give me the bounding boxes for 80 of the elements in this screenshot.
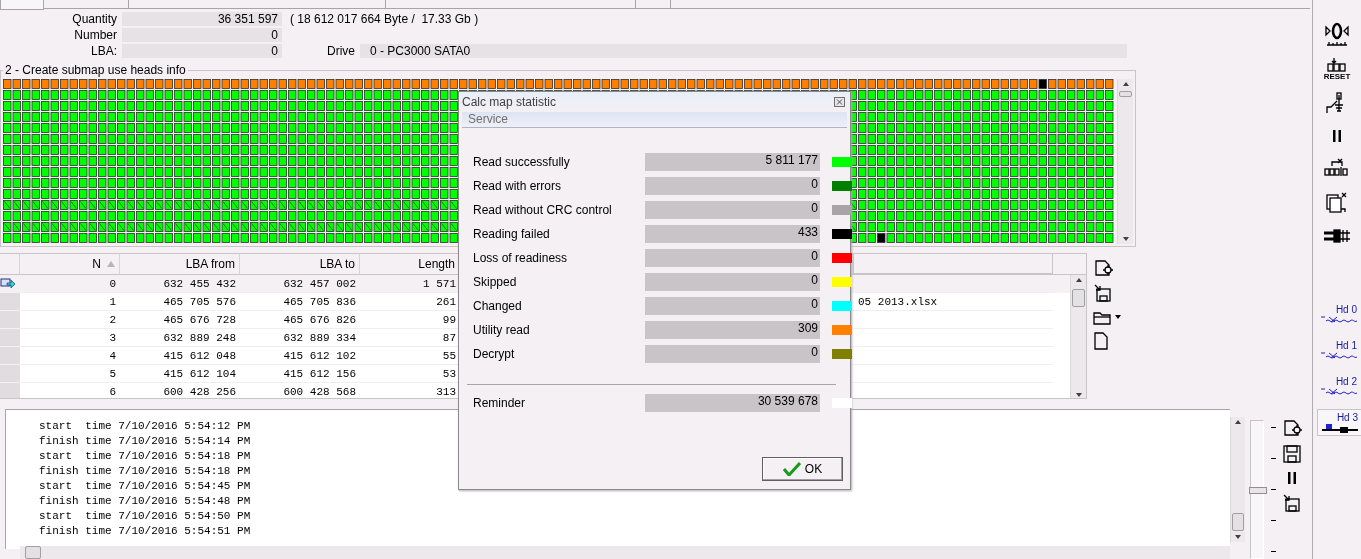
log-line: finish time 7/10/2016 5:54:18 PM xyxy=(39,464,251,479)
floppy-icon[interactable] xyxy=(1283,445,1301,463)
table-cell: 6 xyxy=(20,383,120,398)
log-line: finish time 7/10/2016 5:54:51 PM xyxy=(39,524,251,539)
field-label: Drive xyxy=(326,44,355,58)
column-header[interactable]: LBA from xyxy=(120,254,240,274)
pages-icon[interactable] xyxy=(1325,191,1349,215)
log-line: start time 7/10/2016 5:54:50 PM xyxy=(39,509,251,524)
scrollbar[interactable] xyxy=(1070,275,1086,398)
document-icon[interactable] xyxy=(1093,331,1109,351)
stat-value: 309 xyxy=(645,321,820,339)
stat-value: 5 811 177 xyxy=(645,153,820,171)
stat-label: Utility read xyxy=(473,323,531,337)
size-note: ( 18 612 017 664 Byte / 17.33 Gb ) xyxy=(289,12,480,26)
stat-value: 0 xyxy=(645,273,820,291)
group-title: 2 - Create submap use heads info xyxy=(4,63,187,77)
stat-value: 30 539 678 xyxy=(645,394,820,412)
stat-value: 0 xyxy=(645,249,820,267)
column-header[interactable]: N xyxy=(20,254,120,274)
scrollbar[interactable] xyxy=(1117,79,1133,244)
floppy-arrow-icon[interactable] xyxy=(1282,493,1302,513)
scrollbar[interactable] xyxy=(20,546,1230,559)
document-gear-icon[interactable] xyxy=(1093,257,1113,277)
close-icon[interactable] xyxy=(834,97,845,107)
value-field: 0 xyxy=(122,28,282,42)
wave-icon xyxy=(1321,315,1357,324)
head-button[interactable]: Hd 1 xyxy=(1317,337,1361,363)
window-title: Calc map statistic xyxy=(462,95,557,109)
stat-label: Decrypt xyxy=(473,347,516,361)
stat-label: Read with errors xyxy=(473,179,563,193)
stat-value: 0 xyxy=(645,201,820,219)
stat-value: 0 xyxy=(645,297,820,315)
stat-label: Reading failed xyxy=(473,227,551,241)
log-line: start time 7/10/2016 5:54:12 PM xyxy=(39,419,251,434)
pause-icon[interactable] xyxy=(1331,129,1343,143)
wave-icon xyxy=(1321,351,1357,360)
document-gear-icon[interactable] xyxy=(1282,417,1302,437)
log-line: start time 7/10/2016 5:54:45 PM xyxy=(39,479,251,494)
stat-label: Skipped xyxy=(473,275,518,289)
folder-icon[interactable] xyxy=(1093,309,1111,325)
reset-button[interactable]: RESET xyxy=(1323,58,1351,81)
scrollbar[interactable] xyxy=(1230,417,1245,542)
floppy-arrow-icon[interactable] xyxy=(1093,283,1113,303)
table-cell: 600 428 568 xyxy=(240,383,360,398)
stat-value: 433 xyxy=(645,225,820,243)
stat-label: Read without CRC control xyxy=(473,203,613,217)
stat-label: Reminder xyxy=(473,396,527,410)
ok-button[interactable]: OK xyxy=(762,457,843,481)
sort-arrow-icon xyxy=(107,261,115,267)
stat-label: Read successfully xyxy=(473,155,571,169)
log-line: finish time 7/10/2016 5:54:48 PM xyxy=(39,494,251,509)
head-button[interactable]: Hd 3 xyxy=(1317,409,1361,436)
log-line: start time 7/10/2016 5:54:18 PM xyxy=(39,449,251,464)
shift-register-icon[interactable] xyxy=(1324,157,1350,177)
wave-icon xyxy=(1321,387,1357,396)
stat-label: Loss of readiness xyxy=(473,251,569,265)
stat-label: Changed xyxy=(473,299,523,313)
stat-value: 0 xyxy=(645,177,820,195)
column-header[interactable]: LBA to xyxy=(240,254,360,274)
value-field: 0 xyxy=(122,44,282,58)
head-button[interactable]: Hd 2 xyxy=(1317,373,1361,399)
field-label: Number xyxy=(73,28,117,42)
slider[interactable] xyxy=(1250,420,1264,559)
head-icon xyxy=(1322,423,1358,433)
drive-field: 0 - PC3000 SATA0 xyxy=(360,44,1127,58)
field-label: LBA: xyxy=(90,44,117,58)
check-icon xyxy=(782,462,801,476)
current-row-arrow-icon xyxy=(0,277,16,290)
caret-icon[interactable] xyxy=(1115,315,1121,319)
log-line: finish time 7/10/2016 5:54:14 PM xyxy=(39,434,251,449)
menu-item[interactable]: Service xyxy=(468,112,508,126)
table-cell: 600 428 256 xyxy=(120,383,240,398)
counter-icon[interactable] xyxy=(1326,58,1348,72)
value-field: 36 351 597 xyxy=(122,12,282,26)
stat-value: 0 xyxy=(645,345,820,363)
field-label: Quantity xyxy=(71,12,117,26)
pause-icon[interactable] xyxy=(1286,471,1298,485)
head-button[interactable]: Hd 0 xyxy=(1317,301,1361,327)
connector-icon[interactable] xyxy=(1323,229,1351,243)
zero-gauge-icon[interactable] xyxy=(1325,22,1349,48)
